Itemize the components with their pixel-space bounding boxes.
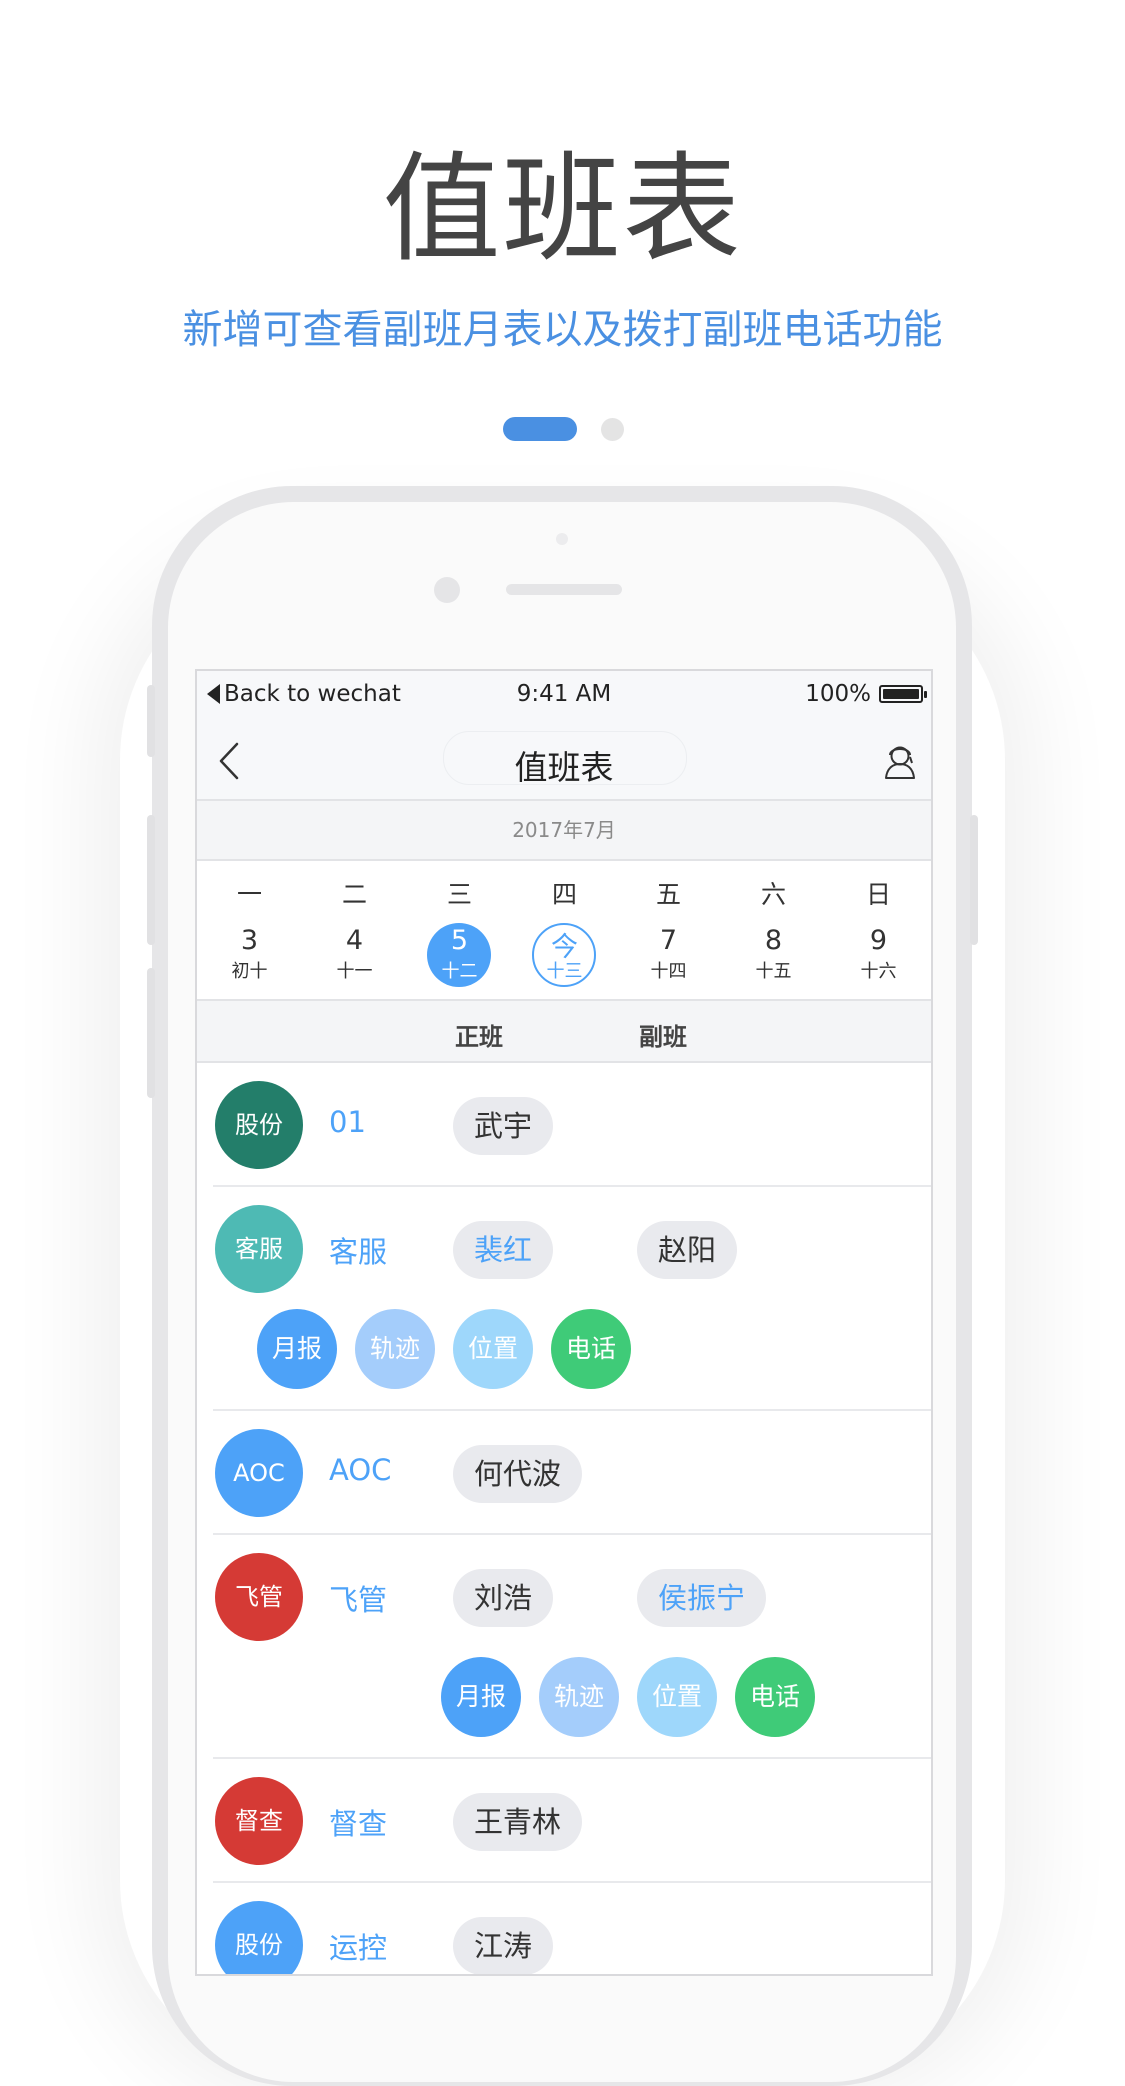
column-header: 正班 副班 xyxy=(197,1001,931,1063)
dept-name: AOC xyxy=(329,1453,392,1487)
dept-avatar: 股份 xyxy=(215,1081,303,1169)
dept-name: 客服 xyxy=(329,1235,388,1269)
dept-name: 飞管 xyxy=(329,1583,388,1617)
duty-row[interactable]: 股份 01 武宇 xyxy=(197,1063,931,1187)
dept-name: 01 xyxy=(329,1105,366,1139)
duty-row[interactable]: 飞管 飞管 刘浩 侯振宁 月报 轨迹 位置 电话 xyxy=(197,1535,931,1759)
calendar-day[interactable]: 日 9 十六 xyxy=(826,861,931,999)
location-button[interactable]: 位置 xyxy=(637,1657,717,1737)
monthly-report-button[interactable]: 月报 xyxy=(257,1309,337,1389)
page-title: 值班表 xyxy=(514,748,614,787)
deputy-shift-person[interactable]: 侯振宁 xyxy=(637,1569,767,1627)
weekday-label: 二 xyxy=(341,880,367,909)
dept-avatar: 客服 xyxy=(215,1205,303,1293)
phone-volume-up-button xyxy=(147,815,155,945)
main-shift-person[interactable]: 裴红 xyxy=(453,1221,554,1279)
lunar-date: 十一 xyxy=(336,961,373,982)
lunar-date: 十六 xyxy=(860,961,897,982)
calendar-day[interactable]: 一 3 初十 xyxy=(197,861,302,999)
hero-title: 值班表 xyxy=(382,140,743,278)
phone-power-button xyxy=(970,815,978,945)
main-shift-person[interactable]: 刘浩 xyxy=(453,1569,554,1627)
battery-percent: 100% xyxy=(805,681,871,707)
phone-mute-button xyxy=(147,685,155,757)
weekday-label: 六 xyxy=(760,880,786,909)
duty-row[interactable]: 股份 运控 江涛 xyxy=(197,1883,931,1974)
contact-icon[interactable] xyxy=(881,741,919,781)
battery-icon xyxy=(879,685,927,703)
lunar-date: 十四 xyxy=(650,961,687,982)
dept-avatar: 飞管 xyxy=(215,1553,303,1641)
duty-row[interactable]: 客服 客服 裴红 赵阳 月报 轨迹 位置 电话 xyxy=(197,1187,931,1411)
weekday-label: 五 xyxy=(655,880,681,909)
call-button[interactable]: 电话 xyxy=(735,1657,815,1737)
main-shift-person[interactable]: 王青林 xyxy=(453,1793,583,1851)
day-number: 3 xyxy=(240,925,259,956)
column-main-shift: 正班 xyxy=(455,1023,503,1051)
calendar-day[interactable]: 三 5 十二 xyxy=(407,861,512,999)
lunar-date: 十三 xyxy=(546,961,583,982)
weekday-label: 三 xyxy=(446,880,472,909)
app-screen: Back to wechat 9:41 AM 100% 值班表 2017年7月 … xyxy=(195,669,933,1976)
main-shift-person[interactable]: 何代波 xyxy=(453,1445,583,1503)
dept-avatar: 督查 xyxy=(215,1777,303,1865)
hero-subtitle: 新增可查看副班月表以及拨打副班电话功能 xyxy=(182,307,943,353)
deputy-shift-person[interactable]: 赵阳 xyxy=(637,1221,738,1279)
phone-sensor xyxy=(556,533,568,545)
calendar-day[interactable]: 六 8 十五 xyxy=(721,861,826,999)
battery-status: 100% xyxy=(805,681,927,707)
main-shift-person[interactable]: 江涛 xyxy=(453,1917,554,1974)
status-bar: Back to wechat 9:41 AM 100% xyxy=(197,671,931,719)
location-button[interactable]: 位置 xyxy=(453,1309,533,1389)
monthly-report-button[interactable]: 月报 xyxy=(441,1657,521,1737)
page-indicator-active[interactable] xyxy=(503,417,577,441)
phone-volume-down-button xyxy=(147,968,155,1098)
duty-row[interactable]: AOC AOC 何代波 xyxy=(197,1411,931,1535)
page-indicator-inactive[interactable] xyxy=(601,418,624,441)
day-number: 7 xyxy=(659,925,678,956)
week-strip: 一 3 初十 二 4 十一 三 5 十二 四今十三 五 7 十四 六 8 十五 日 9 十六 xyxy=(197,861,931,1001)
lunar-date: 初十 xyxy=(231,961,268,982)
weekday-label: 日 xyxy=(865,880,891,909)
dept-name: 运控 xyxy=(329,1931,388,1965)
duty-row[interactable]: 督查 督查 王青林 xyxy=(197,1759,931,1883)
main-shift-person[interactable]: 武宇 xyxy=(453,1097,554,1155)
month-label: 2017年7月 xyxy=(197,801,931,861)
nav-bar: 值班表 xyxy=(197,719,931,801)
calendar-day[interactable]: 五 7 十四 xyxy=(616,861,721,999)
weekday-label: 四 xyxy=(551,880,577,909)
phone-speaker xyxy=(506,584,622,595)
phone-camera xyxy=(434,577,460,603)
track-button[interactable]: 轨迹 xyxy=(355,1309,435,1389)
day-number: 5 xyxy=(450,925,469,956)
dept-avatar: 股份 xyxy=(215,1901,303,1974)
day-number: 9 xyxy=(869,925,888,956)
calendar-day[interactable]: 二 4 十一 xyxy=(302,861,407,999)
column-deputy-shift: 副班 xyxy=(639,1023,687,1051)
day-number: 4 xyxy=(345,925,364,956)
lunar-date: 十五 xyxy=(755,961,792,982)
calendar-day[interactable]: 四今十三 xyxy=(512,861,617,999)
day-number: 8 xyxy=(764,925,783,956)
dept-name: 督查 xyxy=(329,1807,388,1841)
weekday-label: 一 xyxy=(236,880,262,909)
track-button[interactable]: 轨迹 xyxy=(539,1657,619,1737)
dept-avatar: AOC xyxy=(215,1429,303,1517)
call-button[interactable]: 电话 xyxy=(551,1309,631,1389)
lunar-date: 十二 xyxy=(441,961,478,982)
